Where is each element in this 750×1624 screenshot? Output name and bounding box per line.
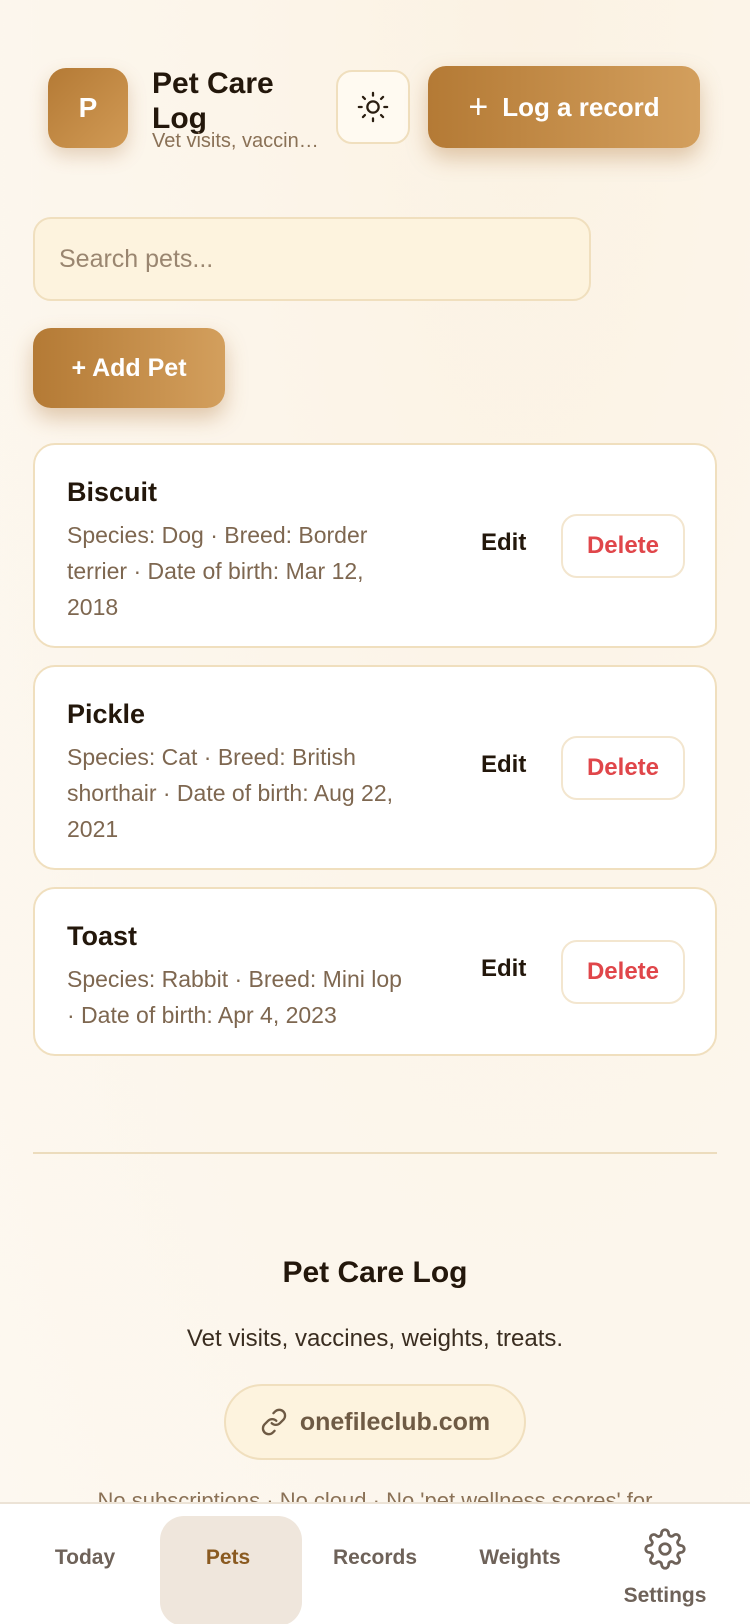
logo-letter: P <box>78 92 98 123</box>
nav-label: Today <box>54 1546 116 1569</box>
edit-button[interactable]: Edit <box>481 751 526 779</box>
bottom-nav: Today Pets Records Weights Settings <box>0 1502 750 1624</box>
nav-label: Settings <box>623 1584 707 1607</box>
nav-label: Pets <box>205 1546 251 1569</box>
nav-item-pets[interactable]: Pets <box>155 1504 302 1624</box>
nav-label: Records <box>332 1546 418 1569</box>
edit-button[interactable]: Edit <box>481 529 526 557</box>
app-header: P Pet Care Log Vet visits, vaccines, wei… <box>48 66 708 152</box>
theme-toggle-button[interactable] <box>336 70 410 144</box>
active-indicator <box>160 1516 302 1624</box>
sun-icon <box>357 91 389 123</box>
website-link-label: onefileclub.com <box>299 1407 491 1436</box>
pet-card: Biscuit Species: Dog · Breed: Border ter… <box>33 443 717 648</box>
nav-item-today[interactable]: Today <box>12 1504 158 1624</box>
pet-card: Toast Species: Rabbit · Breed: Mini lop … <box>33 887 717 1056</box>
delete-button[interactable]: Delete <box>561 736 685 800</box>
add-pet-button[interactable]: + Add Pet <box>33 328 225 408</box>
divider <box>33 1152 717 1154</box>
app-title: Pet Care Log <box>152 67 274 135</box>
pet-card: Pickle Species: Cat · Breed: British sho… <box>33 665 717 870</box>
nav-item-weights[interactable]: Weights <box>447 1504 593 1624</box>
plus-icon: + <box>468 88 489 126</box>
pet-name: Toast <box>67 921 138 951</box>
log-record-label: Log a record <box>502 91 660 122</box>
website-link[interactable]: onefileclub.com <box>224 1384 526 1460</box>
log-record-button[interactable]: + Log a record <box>428 66 700 148</box>
app-logo: P <box>48 68 128 148</box>
search-pets-input[interactable] <box>33 217 591 301</box>
footer-tagline: Vet visits, vaccines, weights, treats. <box>186 1325 564 1352</box>
nav-item-settings[interactable]: Settings <box>592 1504 738 1624</box>
pet-name: Biscuit <box>67 477 158 507</box>
nav-item-records[interactable]: Records <box>302 1504 448 1624</box>
footer-title: Pet Care Log <box>282 1256 468 1289</box>
gear-icon <box>644 1528 686 1570</box>
pet-details: Species: Rabbit · Breed: Mini lop · Date… <box>67 966 402 1028</box>
nav-label: Weights <box>479 1546 561 1569</box>
pet-details: Species: Cat · Breed: British shorthair … <box>67 744 394 842</box>
pet-details: Species: Dog · Breed: Border terrier · D… <box>67 522 368 620</box>
edit-button[interactable]: Edit <box>481 955 526 983</box>
delete-button[interactable]: Delete <box>561 514 685 578</box>
pet-name: Pickle <box>67 699 146 729</box>
app-subtitle: Vet visits, vaccines, weights, treats. <box>152 130 322 152</box>
delete-button[interactable]: Delete <box>561 940 685 1004</box>
link-icon <box>261 1408 287 1436</box>
